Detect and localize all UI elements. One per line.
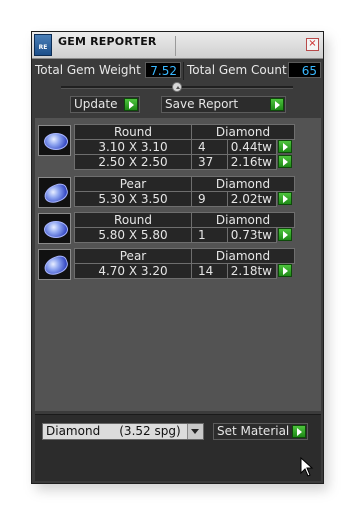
select-gem-button[interactable] [278,264,292,277]
gem-cut: Round [74,124,192,140]
select-gem-button[interactable] [278,228,292,241]
gem-cut: Pear [74,176,192,192]
gem-material: Diamond [191,248,295,264]
set-material-button[interactable]: Set Material [213,423,308,440]
title-divider [175,36,176,56]
stats-divider [183,62,184,80]
gem-material: Diamond [191,212,295,228]
save-report-button[interactable]: Save Report [161,96,286,113]
gem-weight: 2.18tw [227,263,277,279]
total-weight-value: 7.52 [145,62,181,78]
gem-weight: 2.16tw [227,154,277,170]
mouse-cursor-icon [300,457,314,477]
gem-cut: Pear [74,248,192,264]
pear-diamond-icon [38,177,71,208]
material-dropdown[interactable]: Diamond (3.52 spg) [42,423,204,440]
gem-cut: Round [74,212,192,228]
play-arrow-icon [270,98,284,111]
gem-dimensions: 2.50 X 2.50 [74,154,192,170]
select-gem-button[interactable] [278,155,292,168]
gem-material: Diamond [191,124,295,140]
play-arrow-icon [292,425,306,438]
gem-weight: 2.02tw [227,191,277,207]
gem-material: Diamond [191,176,295,192]
total-count-value: 65 [288,62,321,78]
select-gem-button[interactable] [278,140,292,153]
gem-count: 1 [191,227,228,243]
gem-weight: 0.73tw [227,227,277,243]
gem-weight: 0.44tw [227,139,277,155]
total-count-label: Total Gem Count [187,63,287,77]
gem-count: 9 [191,191,228,207]
round-diamond-icon [38,125,71,156]
gem-dimensions: 4.70 X 3.20 [74,263,192,279]
set-material-label: Set Material [217,424,290,438]
chevron-down-icon[interactable] [187,424,203,439]
gem-dimensions: 3.10 X 3.10 [74,139,192,155]
save-report-label: Save Report [165,97,239,111]
gem-reporter-window: RE GEM REPORTER × Total Gem Weight 7.52 … [31,31,324,484]
material-panel: Diamond (3.52 spg) Set Material [35,414,321,481]
gem-dimensions: 5.80 X 5.80 [74,227,192,243]
material-dropdown-value: Diamond (3.52 spg) [46,424,181,438]
slider-handle[interactable] [172,82,182,92]
close-icon[interactable]: × [306,38,319,51]
play-arrow-icon [124,98,138,111]
update-button[interactable]: Update [70,96,140,113]
title-bar[interactable]: RE GEM REPORTER × [32,32,323,59]
gem-count: 37 [191,154,228,170]
gem-dimensions: 5.30 X 3.50 [74,191,192,207]
update-label: Update [74,97,118,111]
gem-count: 14 [191,263,228,279]
gem-count: 4 [191,139,228,155]
pear-diamond-icon [38,249,71,280]
round-diamond-icon [38,213,71,244]
window-title: GEM REPORTER [58,35,157,48]
total-weight-label: Total Gem Weight [35,63,141,77]
app-icon: RE [34,34,52,56]
totals-bar: Total Gem Weight 7.52 Total Gem Count 65 [34,62,321,80]
gem-list: Round Diamond 3.10 X 3.10 4 0.44tw 2.50 … [35,118,321,411]
select-gem-button[interactable] [278,192,292,205]
